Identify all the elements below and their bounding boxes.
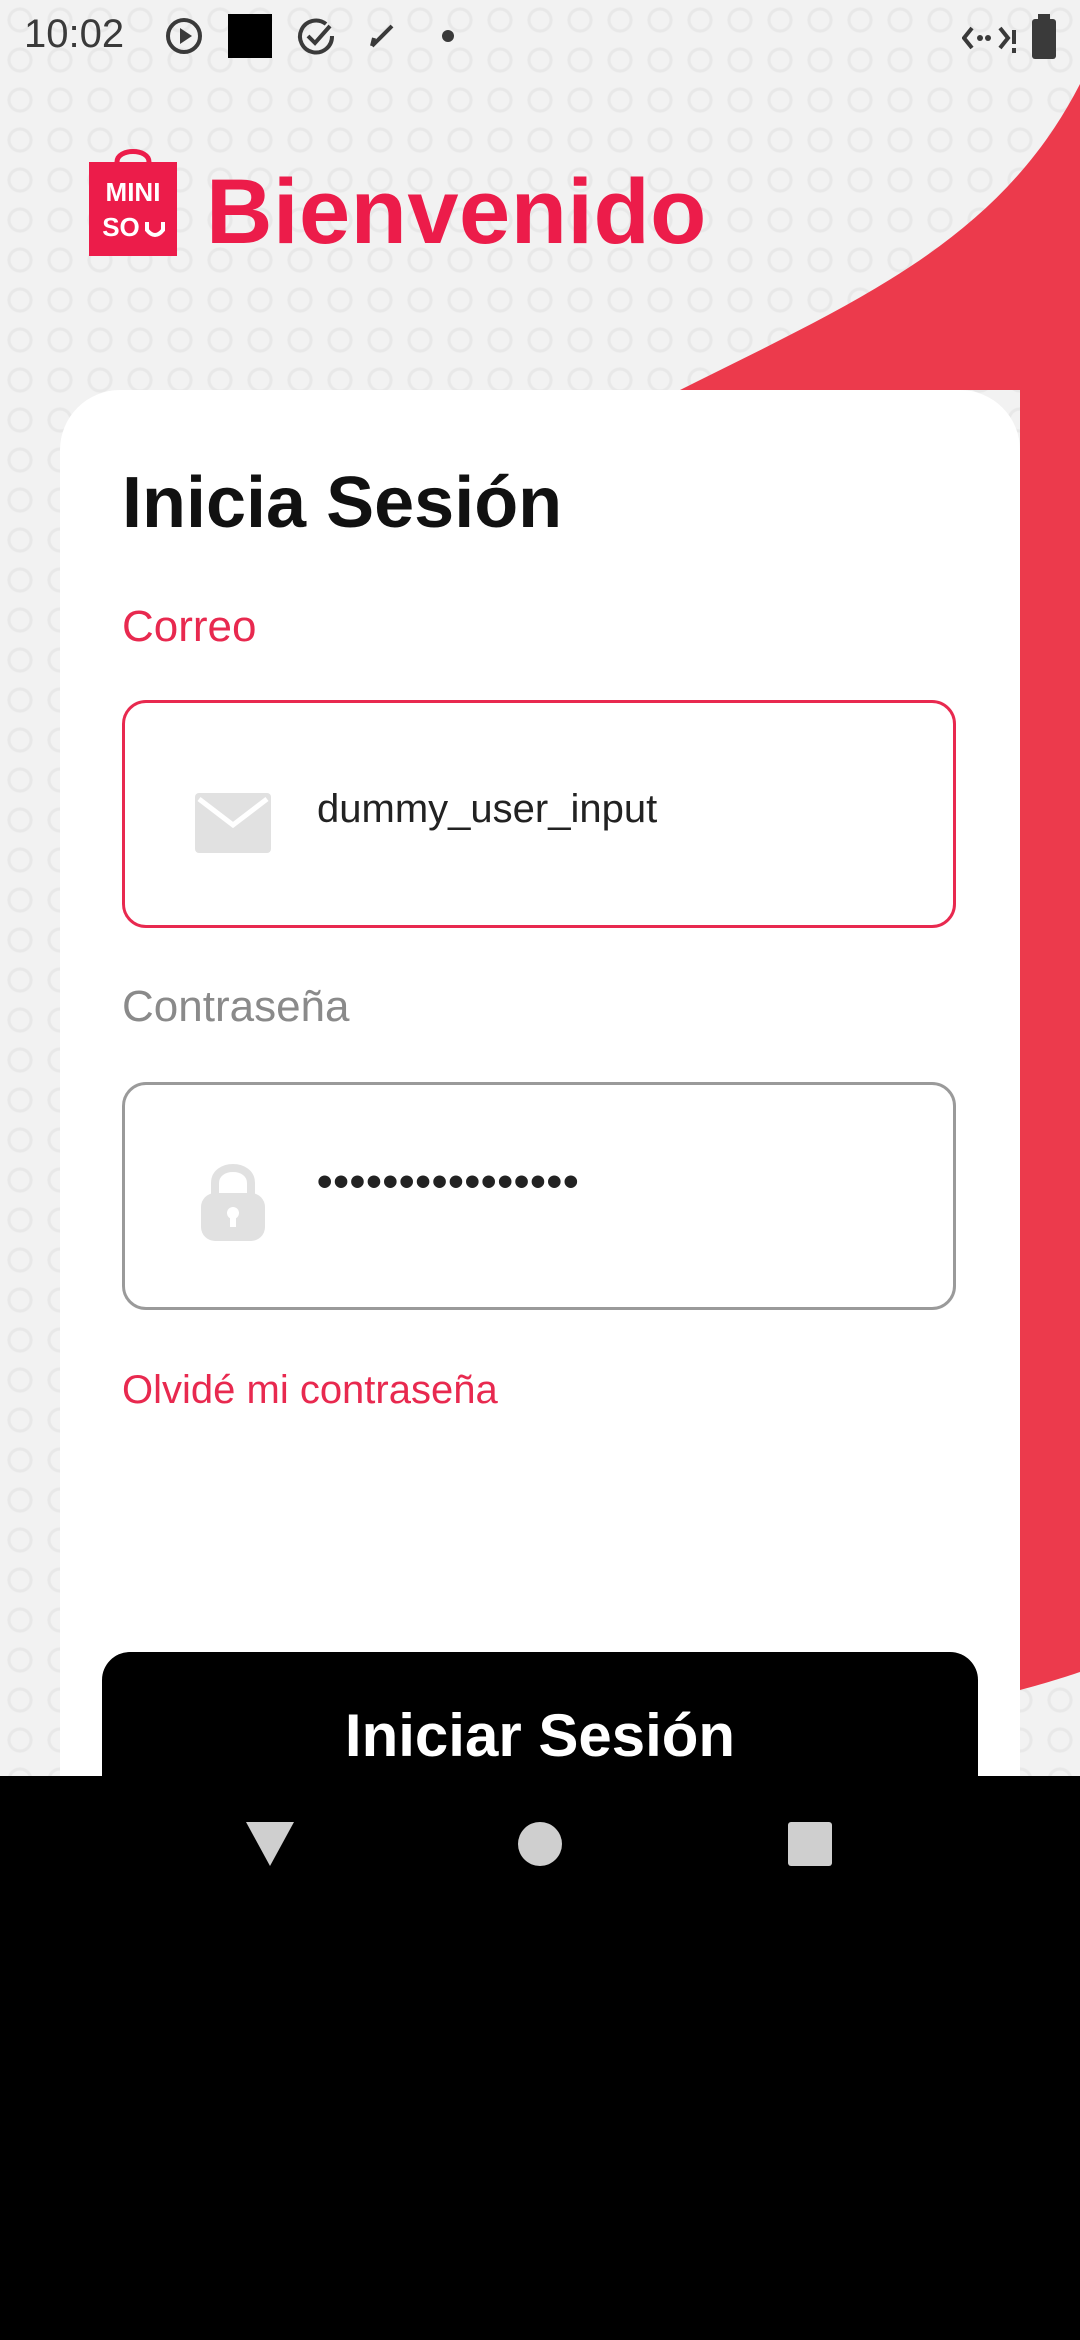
- battery-icon: [1032, 14, 1056, 59]
- black-square-icon: [228, 14, 272, 58]
- navigation-bar: [0, 1776, 1080, 1916]
- dot-icon: [442, 30, 454, 42]
- svg-text:SO: SO: [102, 212, 140, 242]
- status-bar: 10:02: [0, 0, 1080, 72]
- pen-icon: [370, 24, 394, 48]
- mail-icon: [195, 793, 271, 853]
- recents-icon[interactable]: [786, 1820, 834, 1868]
- password-label: Contraseña: [122, 982, 350, 1031]
- back-icon[interactable]: [244, 1820, 296, 1868]
- email-value: dummy_user_input: [317, 787, 658, 831]
- password-field[interactable]: ••••••••••••••••: [122, 1082, 956, 1310]
- wifi-arrows-icon: [962, 26, 1016, 53]
- check-circle-icon: [298, 18, 335, 55]
- welcome-title: Bienvenido: [206, 161, 707, 263]
- card-title: Inicia Sesión: [122, 463, 563, 543]
- email-field[interactable]: dummy_user_input: [122, 700, 956, 928]
- lock-icon: [201, 1164, 265, 1241]
- miniso-logo: MINI SO: [89, 149, 177, 256]
- svg-text:MINI: MINI: [106, 177, 161, 207]
- password-value: ••••••••••••••••: [317, 1157, 580, 1206]
- login-button[interactable]: Iniciar Sesión: [102, 1652, 978, 1776]
- email-label: Correo: [122, 602, 257, 651]
- play-circle-icon: [166, 18, 202, 54]
- login-screen: 10:02 MINI SO Bienvenido Inicia Sesión C…: [0, 0, 1080, 1776]
- forgot-password-link[interactable]: Olvidé mi contraseña: [122, 1368, 498, 1413]
- status-time: 10:02: [24, 12, 125, 56]
- home-icon[interactable]: [516, 1820, 564, 1868]
